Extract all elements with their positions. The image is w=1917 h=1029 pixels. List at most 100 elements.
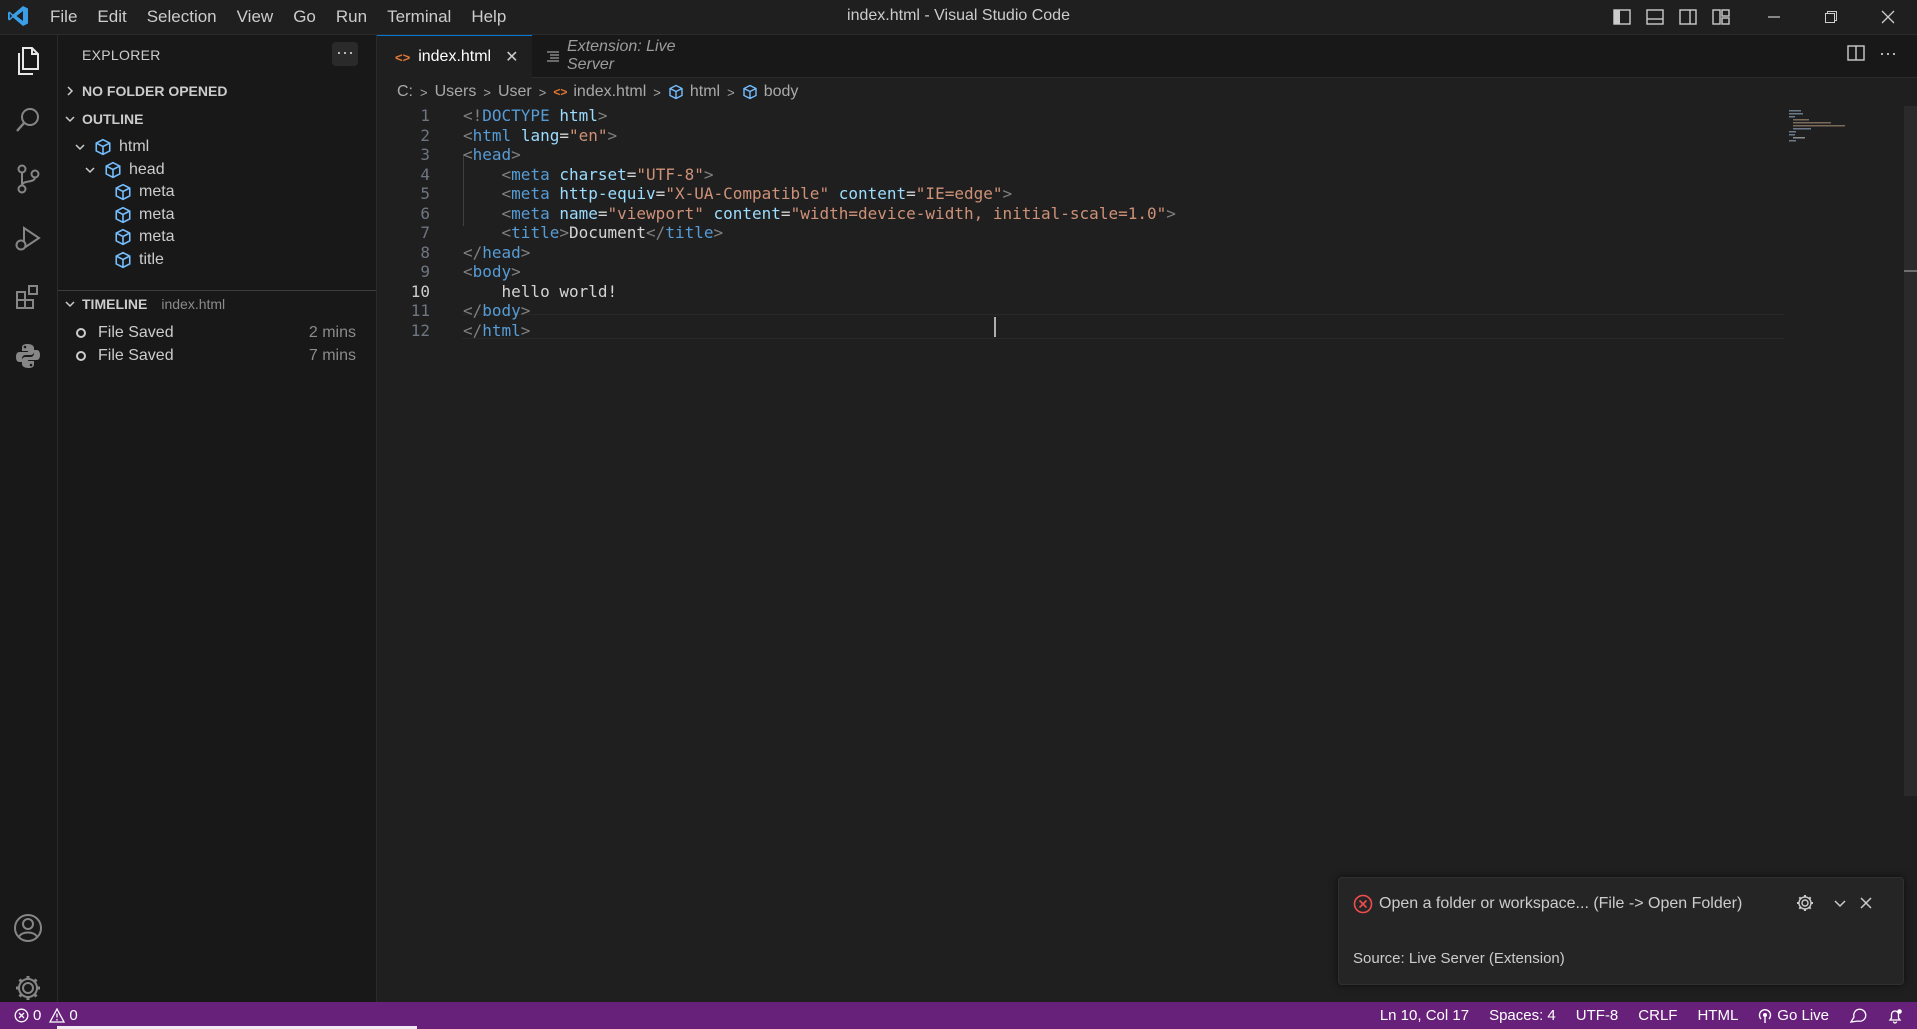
chevron-down-icon[interactable] bbox=[84, 164, 98, 176]
timeline-file-label: index.html bbox=[161, 296, 226, 312]
chevron-right-icon: > bbox=[420, 84, 428, 100]
menu-go[interactable]: Go bbox=[283, 0, 326, 34]
notification-message: Open a folder or workspace... (File -> O… bbox=[1379, 895, 1743, 912]
chevron-down-icon[interactable] bbox=[1829, 892, 1851, 914]
symbol-cube-icon bbox=[114, 206, 132, 224]
explorer-icon[interactable] bbox=[10, 43, 46, 79]
chevron-right-icon: > bbox=[653, 84, 661, 100]
source-control-icon[interactable] bbox=[10, 161, 46, 197]
warning-count: 0 bbox=[69, 1007, 78, 1024]
code-line[interactable]: 12 </html> bbox=[377, 319, 1777, 343]
run-debug-icon[interactable] bbox=[10, 220, 46, 256]
python-icon[interactable] bbox=[10, 338, 46, 374]
timeline-section-header[interactable]: TIMELINE index.html bbox=[58, 291, 376, 317]
code-token: head bbox=[482, 242, 521, 262]
breadcrumb-item[interactable]: body bbox=[764, 83, 799, 101]
code-token: </ bbox=[463, 242, 483, 262]
breadcrumb-item[interactable]: C: bbox=[397, 83, 413, 101]
code-token: > bbox=[597, 106, 608, 125]
menu-view[interactable]: View bbox=[227, 0, 284, 34]
menu-help[interactable]: Help bbox=[461, 0, 516, 34]
manage-gear-icon[interactable] bbox=[10, 970, 46, 1006]
code-token: > bbox=[520, 301, 531, 320]
code-token: < bbox=[463, 125, 473, 145]
more-actions-button[interactable]: ··· bbox=[332, 42, 358, 66]
breadcrumb-item[interactable]: html bbox=[690, 83, 720, 101]
vscode-logo-icon bbox=[6, 4, 30, 28]
code-token: < bbox=[501, 223, 512, 242]
split-editor-icon[interactable] bbox=[1847, 45, 1865, 61]
toggle-primary-sidebar-icon[interactable] bbox=[1610, 5, 1633, 28]
problems-indicator[interactable]: 0 0 bbox=[14, 1002, 78, 1029]
search-icon[interactable] bbox=[10, 102, 46, 138]
code-token: html bbox=[559, 106, 598, 125]
indentation[interactable]: Spaces: 4 bbox=[1489, 1007, 1556, 1024]
code-token: = bbox=[906, 184, 916, 203]
code-token: title bbox=[665, 223, 714, 242]
timeline-item[interactable]: File Saved 7 mins bbox=[58, 342, 376, 370]
code-token: > bbox=[1002, 184, 1013, 203]
chevron-down-icon[interactable] bbox=[74, 141, 88, 153]
feedback-icon[interactable] bbox=[1849, 1008, 1867, 1024]
menu-selection[interactable]: Selection bbox=[137, 0, 227, 34]
notification-settings-gear-icon[interactable] bbox=[1794, 892, 1816, 914]
breadcrumb-item[interactable]: Users bbox=[435, 83, 477, 101]
restore-icon[interactable] bbox=[1805, 0, 1857, 34]
cursor-position[interactable]: Ln 10, Col 17 bbox=[1380, 1007, 1469, 1024]
close-tab-icon[interactable]: ✕ bbox=[505, 47, 518, 67]
chevron-right-icon: > bbox=[727, 84, 735, 100]
code-token: content bbox=[838, 184, 907, 203]
menu-terminal[interactable]: Terminal bbox=[377, 0, 461, 34]
menu-run[interactable]: Run bbox=[326, 0, 377, 34]
menu-edit[interactable]: Edit bbox=[87, 0, 136, 34]
code-token: title bbox=[511, 223, 560, 242]
no-folder-section-header[interactable]: NO FOLDER OPENED bbox=[58, 78, 376, 104]
code-token: < bbox=[501, 164, 512, 184]
symbol-cube-icon bbox=[668, 84, 684, 100]
timeline-item-age: 7 mins bbox=[308, 347, 356, 364]
timeline-item-age: 2 mins bbox=[308, 324, 356, 341]
code-token: </ bbox=[646, 223, 666, 242]
chevron-right-icon bbox=[64, 85, 78, 97]
toggle-panel-icon[interactable] bbox=[1643, 5, 1666, 28]
notifications-bell-icon[interactable] bbox=[1887, 1008, 1903, 1024]
close-window-icon[interactable] bbox=[1862, 0, 1914, 34]
code-token: = bbox=[626, 164, 637, 184]
code-token: http-equiv bbox=[559, 184, 656, 203]
extensions-icon[interactable] bbox=[10, 279, 46, 315]
more-actions-icon[interactable]: ··· bbox=[1879, 44, 1897, 62]
code-editor[interactable]: 1 <!DOCTYPE html> 2 <html lang="en"> 3 <head>… bbox=[377, 106, 1917, 1002]
code-token: "viewport" bbox=[607, 203, 704, 223]
code-token: lang bbox=[520, 125, 560, 145]
notification-source: Source: Live Server (Extension) bbox=[1353, 950, 1565, 967]
menu-bar: File Edit Selection View Go Run Terminal Help bbox=[40, 0, 516, 34]
line-ending[interactable]: CRLF bbox=[1638, 1007, 1677, 1024]
tab-extension-live-server[interactable]: Extension: Live Server bbox=[533, 35, 723, 77]
code-token: > bbox=[607, 125, 618, 145]
encoding[interactable]: UTF-8 bbox=[1576, 1007, 1619, 1024]
minimap[interactable] bbox=[1787, 106, 1887, 146]
tab-index-html[interactable]: <> index.html ✕ bbox=[377, 35, 532, 78]
minimize-icon[interactable] bbox=[1748, 0, 1800, 34]
outline-section-header[interactable]: OUTLINE bbox=[58, 106, 376, 132]
go-live-button[interactable]: Go Live bbox=[1758, 1007, 1829, 1024]
breadcrumb-item[interactable]: index.html bbox=[573, 83, 646, 101]
customize-layout-icon[interactable] bbox=[1709, 5, 1732, 28]
breadcrumb-item[interactable]: User bbox=[498, 83, 532, 101]
close-icon[interactable] bbox=[1855, 892, 1877, 914]
outline-item-title[interactable]: title bbox=[58, 247, 376, 273]
chevron-down-icon bbox=[64, 113, 78, 125]
symbol-cube-icon bbox=[94, 138, 112, 156]
code-token: = bbox=[559, 125, 569, 145]
outline-item-label: head bbox=[129, 160, 165, 178]
accounts-icon[interactable] bbox=[10, 910, 46, 946]
code-token: "en" bbox=[568, 125, 608, 145]
toggle-secondary-sidebar-icon[interactable] bbox=[1676, 5, 1699, 28]
language-mode[interactable]: HTML bbox=[1697, 1007, 1738, 1024]
vertical-scrollbar[interactable] bbox=[1904, 106, 1917, 796]
menu-file[interactable]: File bbox=[40, 0, 87, 34]
